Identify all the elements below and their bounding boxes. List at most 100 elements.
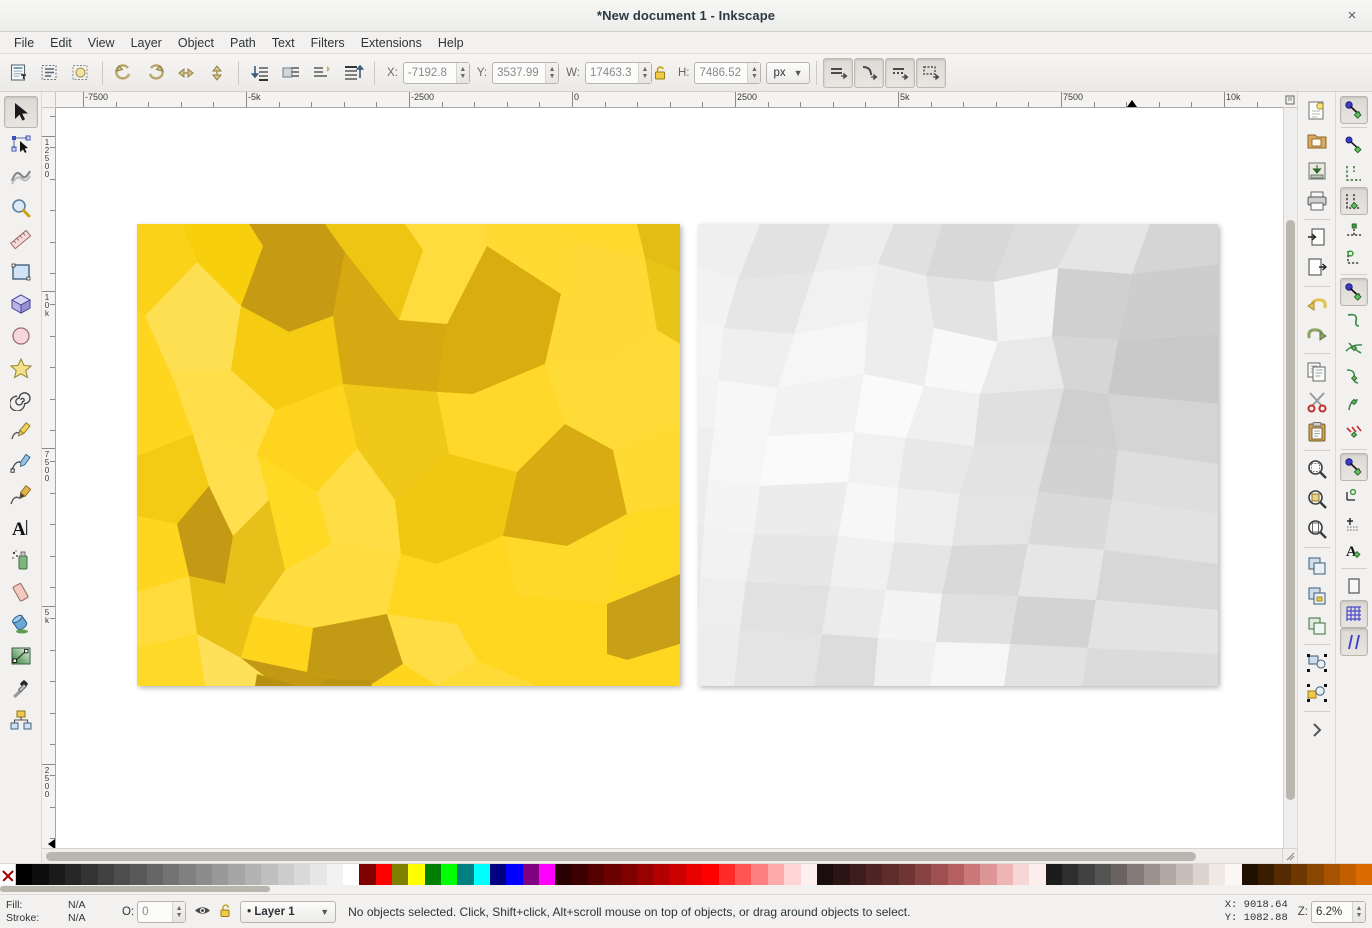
rotate-90-ccw-button[interactable]	[109, 58, 139, 88]
y-field[interactable]: ▲▼	[492, 62, 559, 84]
vertical-scrollbar[interactable]	[1283, 108, 1297, 848]
palette-swatch[interactable]	[16, 864, 32, 885]
fill-stroke-indicator[interactable]: Fill: N/A Stroke: N/A	[6, 899, 118, 925]
palette-swatch[interactable]	[81, 864, 97, 885]
menu-file[interactable]: File	[6, 33, 42, 53]
zoom-page-button[interactable]	[1302, 514, 1332, 544]
tool-ellipse[interactable]	[4, 320, 38, 352]
redo-button[interactable]	[1302, 320, 1332, 350]
affect-rounded-corners-button[interactable]	[854, 58, 884, 88]
tool-node-editor[interactable]	[4, 128, 38, 160]
opacity-control[interactable]: O: ▲▼	[122, 901, 186, 923]
palette-swatch[interactable]	[327, 864, 343, 885]
palette-swatch[interactable]	[980, 864, 996, 885]
palette-swatch[interactable]	[539, 864, 555, 885]
palette-swatch[interactable]	[114, 864, 130, 885]
lock-aspect-ratio-icon[interactable]	[653, 65, 671, 81]
palette-swatch[interactable]	[359, 864, 375, 885]
tool-3dbox[interactable]	[4, 288, 38, 320]
tool-measure[interactable]	[4, 224, 38, 256]
palette-swatch[interactable]	[686, 864, 702, 885]
copy-button[interactable]	[1302, 357, 1332, 387]
palette-swatch[interactable]	[65, 864, 81, 885]
snap-cusp-nodes-button[interactable]	[1340, 362, 1368, 390]
menu-text[interactable]: Text	[264, 33, 303, 53]
palette-swatch[interactable]	[1307, 864, 1323, 885]
raise-button[interactable]	[307, 58, 337, 88]
tool-connector[interactable]	[4, 704, 38, 736]
palette-swatch[interactable]	[882, 864, 898, 885]
palette-swatch[interactable]	[572, 864, 588, 885]
drawing-canvas[interactable]	[56, 108, 1283, 848]
w-field[interactable]: ▲▼	[585, 62, 652, 84]
tool-selector[interactable]	[4, 96, 38, 128]
palette-swatch[interactable]	[621, 864, 637, 885]
snap-smooth-nodes-button[interactable]	[1340, 390, 1368, 418]
palette-swatch[interactable]	[343, 864, 359, 885]
palette-swatch[interactable]	[1029, 864, 1045, 885]
menu-edit[interactable]: Edit	[42, 33, 80, 53]
snap-grid-button[interactable]	[1340, 600, 1368, 628]
snap-others-button[interactable]	[1340, 453, 1368, 481]
palette-swatch[interactable]	[294, 864, 310, 885]
group-button[interactable]	[1302, 648, 1332, 678]
snap-bbox-corners-button[interactable]	[1340, 187, 1368, 215]
palette-swatch[interactable]	[474, 864, 490, 885]
snap-paths-button[interactable]	[1340, 306, 1368, 334]
snap-bbox-centers-button[interactable]	[1340, 243, 1368, 271]
duplicate-button[interactable]	[1302, 551, 1332, 581]
palette-swatch[interactable]	[1144, 864, 1160, 885]
palette-swatch[interactable]	[1176, 864, 1192, 885]
snap-bounding-box-button[interactable]	[1340, 131, 1368, 159]
palette-swatch[interactable]	[130, 864, 146, 885]
lock-open-icon[interactable]	[219, 904, 232, 919]
palette-swatch[interactable]	[523, 864, 539, 885]
snap-page-border-button[interactable]	[1340, 572, 1368, 600]
tool-rectangle[interactable]	[4, 256, 38, 288]
palette-swatch[interactable]	[1046, 864, 1062, 885]
y-spinner[interactable]: ▲▼	[545, 63, 558, 83]
palette-swatch[interactable]	[1258, 864, 1274, 885]
palette-swatch[interactable]	[425, 864, 441, 885]
clone-button[interactable]	[1302, 581, 1332, 611]
new-document-button[interactable]	[1302, 96, 1332, 126]
menu-path[interactable]: Path	[222, 33, 264, 53]
palette-swatch[interactable]	[1193, 864, 1209, 885]
affect-gradients-button[interactable]	[885, 58, 915, 88]
palette-swatch[interactable]	[1242, 864, 1258, 885]
palette-swatch[interactable]	[98, 864, 114, 885]
palette-swatch[interactable]	[1013, 864, 1029, 885]
palette-swatch[interactable]	[833, 864, 849, 885]
opacity-field[interactable]: ▲▼	[137, 901, 186, 923]
palette-swatch[interactable]	[408, 864, 424, 885]
palette-swatch[interactable]	[768, 864, 784, 885]
snap-object-centers-button[interactable]	[1340, 481, 1368, 509]
palette-swatch[interactable]	[1274, 864, 1290, 885]
palette-swatch[interactable]	[1111, 864, 1127, 885]
palette-swatch[interactable]	[915, 864, 931, 885]
palette-swatch[interactable]	[637, 864, 653, 885]
palette-swatch[interactable]	[604, 864, 620, 885]
palette-swatch[interactable]	[245, 864, 261, 885]
tool-pen[interactable]	[4, 448, 38, 480]
horizontal-scrollbar-thumb[interactable]	[46, 852, 1196, 861]
horizontal-ruler[interactable]: -7500-5k-2500025005k750010k	[56, 92, 1283, 108]
toggle-sticky-zoom-button[interactable]	[1283, 92, 1297, 108]
palette-swatch[interactable]	[964, 864, 980, 885]
vertical-scrollbar-thumb[interactable]	[1286, 220, 1295, 800]
affect-patterns-button[interactable]	[916, 58, 946, 88]
palette-swatch[interactable]	[1291, 864, 1307, 885]
close-icon[interactable]: ×	[1342, 6, 1362, 26]
tool-zoom[interactable]	[4, 192, 38, 224]
palette-swatch[interactable]	[1209, 864, 1225, 885]
select-all-in-all-layers-button[interactable]	[35, 58, 65, 88]
save-document-button[interactable]	[1302, 156, 1332, 186]
zoom-selection-button[interactable]	[1302, 454, 1332, 484]
cut-button[interactable]	[1302, 387, 1332, 417]
palette-swatch[interactable]	[670, 864, 686, 885]
snap-bbox-edges-button[interactable]	[1340, 159, 1368, 187]
palette-swatch[interactable]	[376, 864, 392, 885]
tool-paint-bucket[interactable]	[4, 608, 38, 640]
palette-swatch[interactable]	[735, 864, 751, 885]
snap-guides-button[interactable]	[1340, 628, 1368, 656]
